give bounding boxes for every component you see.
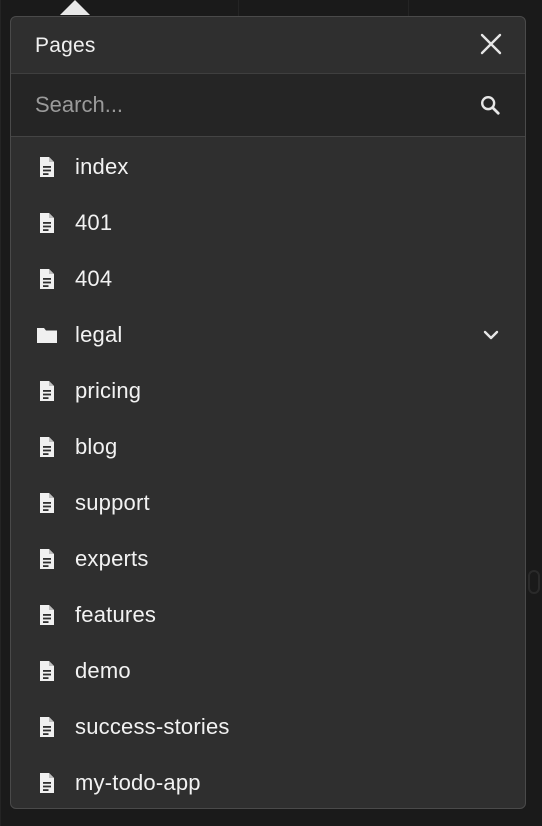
file-icon bbox=[40, 381, 54, 401]
search-input[interactable] bbox=[11, 74, 525, 136]
page-item-label: blog bbox=[75, 434, 118, 459]
file-icon bbox=[40, 157, 54, 177]
file-icon bbox=[40, 773, 54, 793]
page-item-label: success-stories bbox=[75, 714, 230, 739]
page-item-label: 404 bbox=[75, 266, 113, 291]
search-bar bbox=[11, 74, 525, 137]
page-item[interactable]: 404 bbox=[11, 251, 525, 307]
file-icon bbox=[40, 269, 54, 289]
file-icon bbox=[40, 661, 54, 681]
background-divider bbox=[0, 0, 1, 826]
file-icon bbox=[40, 493, 54, 513]
folder-item[interactable]: legal bbox=[11, 307, 525, 363]
close-button[interactable] bbox=[479, 32, 503, 56]
page-item-label: support bbox=[75, 490, 150, 515]
file-icon bbox=[40, 213, 54, 233]
pages-popover: Pages index 401 404 bbox=[10, 16, 526, 809]
file-icon bbox=[40, 605, 54, 625]
close-icon bbox=[480, 33, 502, 55]
page-item[interactable]: index bbox=[11, 139, 525, 195]
page-item-label: 401 bbox=[75, 210, 113, 235]
page-item[interactable]: pricing bbox=[11, 363, 525, 419]
page-item-label: index bbox=[75, 154, 129, 179]
search-icon[interactable] bbox=[479, 94, 501, 116]
page-item[interactable]: my-todo-app bbox=[11, 755, 525, 808]
background-divider bbox=[238, 0, 239, 16]
file-icon bbox=[40, 437, 54, 457]
folder-icon bbox=[37, 328, 57, 343]
page-item[interactable]: 401 bbox=[11, 195, 525, 251]
pages-header: Pages bbox=[11, 17, 525, 74]
page-item[interactable]: experts bbox=[11, 531, 525, 587]
page-item-label: pricing bbox=[75, 378, 142, 403]
page-item-label: demo bbox=[75, 658, 131, 683]
popover-caret bbox=[60, 0, 90, 15]
page-item-label: features bbox=[75, 602, 157, 627]
page-item-label: experts bbox=[75, 546, 149, 571]
file-icon bbox=[40, 717, 54, 737]
background-scroll-handle bbox=[528, 570, 540, 594]
background-divider bbox=[408, 0, 409, 16]
page-item[interactable]: success-stories bbox=[11, 699, 525, 755]
file-icon bbox=[40, 549, 54, 569]
page-item[interactable]: demo bbox=[11, 643, 525, 699]
page-title: Pages bbox=[35, 34, 96, 57]
page-item-label: my-todo-app bbox=[75, 770, 201, 795]
chevron-down-icon[interactable] bbox=[479, 323, 503, 347]
page-item[interactable]: features bbox=[11, 587, 525, 643]
pages-list: index 401 404 legal pricing blog support… bbox=[11, 137, 525, 808]
page-item-label: legal bbox=[75, 322, 123, 347]
page-item[interactable]: support bbox=[11, 475, 525, 531]
page-item[interactable]: blog bbox=[11, 419, 525, 475]
